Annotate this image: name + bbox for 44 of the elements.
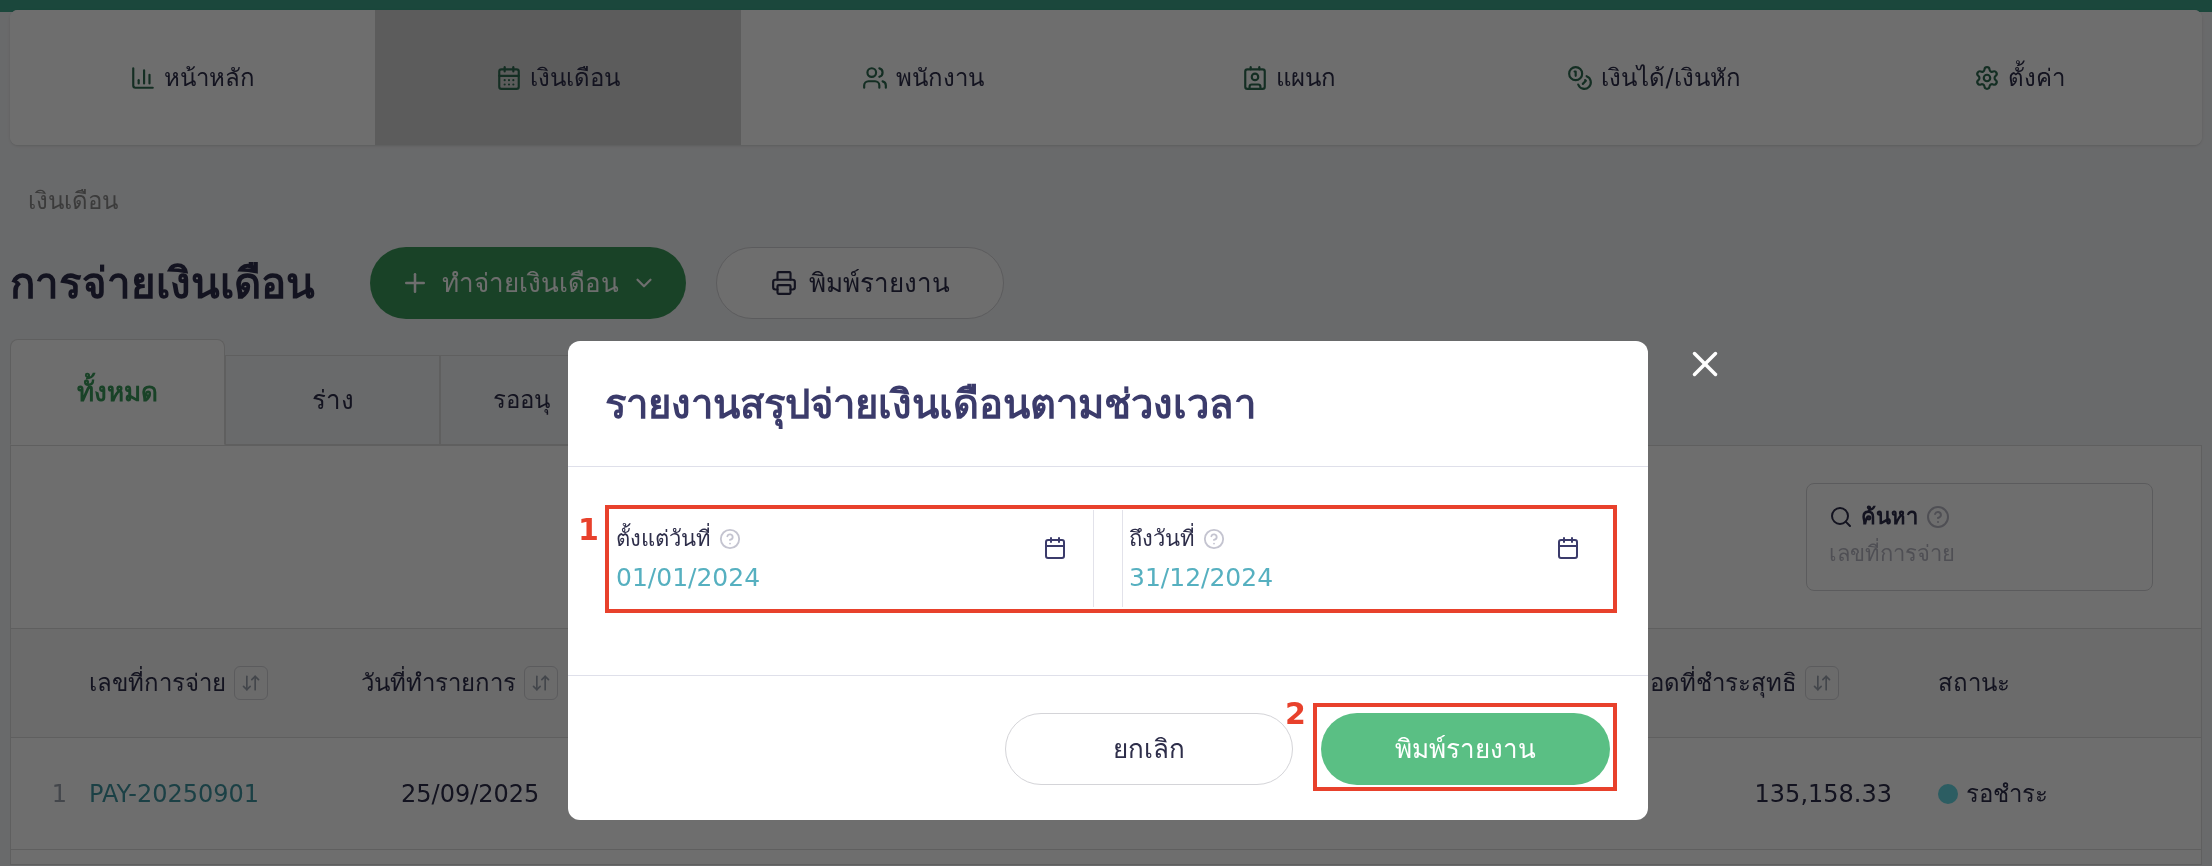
table-cell-text: 135,158.33 xyxy=(1753,778,1893,810)
nav-tab[interactable]: เงินได้/เงินหัก xyxy=(1471,10,1837,145)
status-label: รอชำระ xyxy=(1966,778,2048,810)
column-header: เลขที่การจ่าย xyxy=(89,665,226,701)
pay-number-link[interactable]: PAY-20250901 xyxy=(89,775,361,812)
column-header: สถานะ xyxy=(1938,668,2010,699)
print-report-button[interactable]: พิมพ์รายงาน xyxy=(1321,713,1610,785)
help-icon xyxy=(1203,527,1225,550)
coins-icon xyxy=(1567,64,1594,91)
printer-icon xyxy=(770,270,797,296)
create-payroll-button[interactable]: ทำจ่ายเงินเดือน xyxy=(370,247,686,319)
search-label: ค้นหา xyxy=(1861,503,1918,531)
users-icon xyxy=(862,64,889,91)
nav-tab[interactable]: แผนก xyxy=(1106,10,1472,145)
calendar-icon xyxy=(1556,536,1580,560)
column-header: วันที่ทำรายการ xyxy=(361,665,516,701)
nav-tab[interactable]: หน้าหลัก xyxy=(10,10,376,145)
sort-icon[interactable] xyxy=(524,666,558,700)
nav-tab[interactable]: ตั้งค่า xyxy=(1836,10,2202,145)
annotation-number: 1 xyxy=(578,511,599,549)
date-field[interactable]: ตั้งแต่วันที่ 01/01/2024 xyxy=(610,510,1094,607)
page-title: การจ่ายเงินเดือน xyxy=(10,257,315,310)
id-card-icon xyxy=(1241,64,1268,91)
status-tab[interactable]: ทั้งหมด xyxy=(10,339,225,445)
chart-icon xyxy=(130,64,157,91)
calendar-icon xyxy=(1043,536,1067,560)
print-report-button[interactable]: พิมพ์รายงาน xyxy=(716,247,1004,319)
calendar-icon xyxy=(496,64,522,91)
search-icon xyxy=(1829,504,1853,529)
status-tab[interactable]: ร่าง xyxy=(225,355,440,445)
date-value: 31/12/2024 xyxy=(1129,562,1274,594)
column-header: อดที่ชำระสุทธิ xyxy=(1650,665,1797,701)
date-field[interactable]: ถึงวันที่ 31/12/2024 xyxy=(1122,510,1606,607)
table-cell-text: 25/09/2025 xyxy=(400,778,541,810)
nav-tab[interactable]: พนักงาน xyxy=(740,10,1106,145)
field-label: ตั้งแต่วันที่ xyxy=(616,522,711,555)
help-icon xyxy=(719,527,741,550)
date-value: 01/01/2024 xyxy=(616,562,761,594)
nav-tab[interactable]: เงินเดือน xyxy=(375,10,741,145)
field-label: ถึงวันที่ xyxy=(1129,522,1195,555)
sort-icon[interactable] xyxy=(1805,666,1839,700)
help-icon xyxy=(1926,504,1950,529)
settings-icon xyxy=(1973,64,2000,91)
sort-icon[interactable] xyxy=(234,666,268,700)
